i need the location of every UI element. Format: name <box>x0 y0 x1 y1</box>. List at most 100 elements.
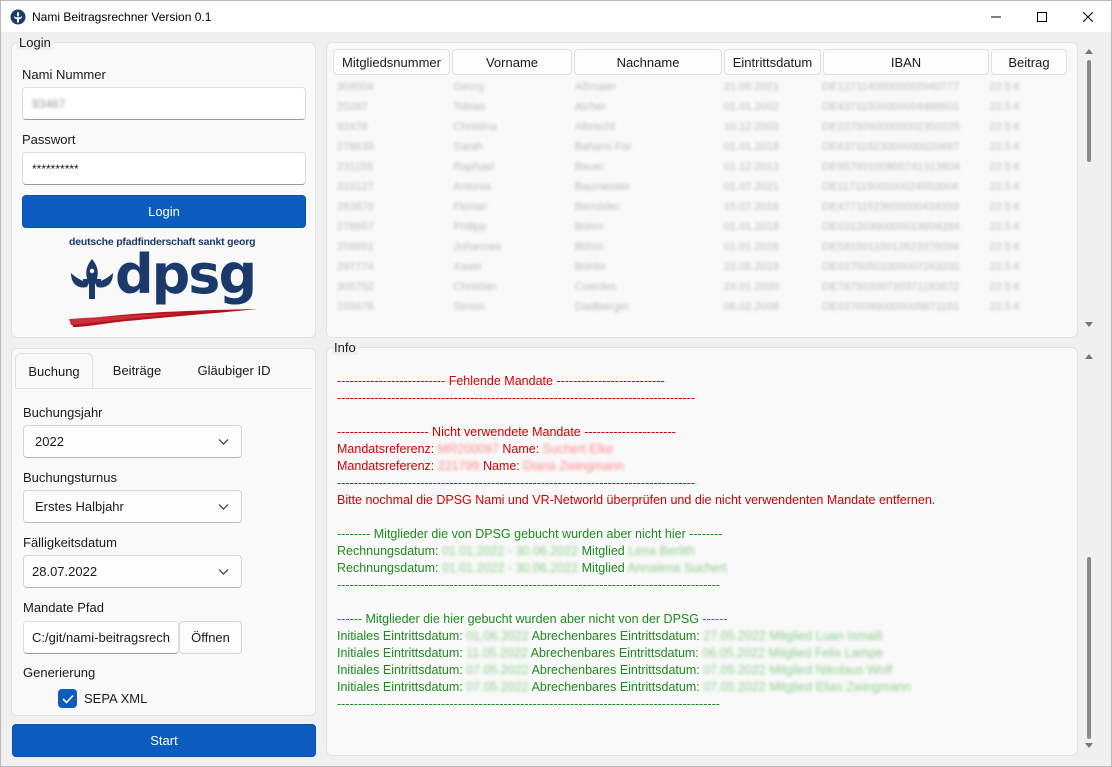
buchungsjahr-label: Buchungsjahr <box>23 405 103 420</box>
table-cell: Bahami Far <box>574 141 632 153</box>
login-button[interactable]: Login <box>22 195 306 228</box>
table-row[interactable]: 310127 Antonia Baumeister 01.07.2021 DE11711… <box>337 177 1067 197</box>
faelligkeitsdatum-value: 28.07.2022 <box>32 564 98 579</box>
info-log: -------------------------- Fehlende Mand… <box>337 373 1072 713</box>
table-cell: Georg <box>453 81 484 93</box>
column-header-label: Vorname <box>485 54 539 70</box>
table-cell: 01.12.2013 <box>723 161 779 173</box>
table-cell: 308504 <box>337 81 374 93</box>
table-row[interactable]: 278639 Sarah Bahami Far 01.01.2018 DE6371162… <box>337 137 1067 157</box>
log-line: Initiales Eintrittsdatum: 07.05.2022 Abr… <box>337 679 1072 696</box>
column-header-mitgliedsnummer[interactable]: Mitgliedsnummer <box>333 49 450 75</box>
tab-glaeubiger-id[interactable]: Gläubiger ID <box>181 353 287 388</box>
close-button[interactable] <box>1065 1 1111 32</box>
table-cell: Simon <box>453 301 485 313</box>
logo-brush-stroke <box>69 309 257 327</box>
scroll-down-icon[interactable] <box>1085 322 1093 328</box>
table-cell: 22.05.2019 <box>723 261 779 273</box>
table-cell: 10.12.2003 <box>723 121 779 133</box>
table-row[interactable]: 155678 Simon Dadlberger 06.02.2008 DE0370090… <box>337 297 1067 317</box>
column-header-iban[interactable]: IBAN <box>823 49 989 75</box>
close-icon <box>1083 11 1093 22</box>
table-cell: Böhm <box>574 241 604 253</box>
chevron-down-icon <box>218 503 229 510</box>
table-row[interactable]: 308504 Georg Aßmaier 21.06.2021 DE1271140000… <box>337 77 1067 97</box>
tab-beitraege[interactable]: Beiträge <box>93 353 181 388</box>
column-header-label: Eintrittsdatum <box>732 54 813 70</box>
table-cell: DE03750501000007263331 <box>822 261 960 273</box>
faelligkeitsdatum-picker[interactable]: 28.07.2022 <box>23 555 242 588</box>
password-input[interactable]: ********** <box>22 152 306 185</box>
table-cell: 24.01.2020 <box>723 281 779 293</box>
table-cell: Johannes <box>453 241 502 253</box>
table-cell: Coerdes <box>574 281 617 293</box>
column-header-label: IBAN <box>890 54 922 70</box>
column-header-label: Beitrag <box>1008 54 1050 70</box>
table-row[interactable]: 297774 Xaver Böhler 22.05.2019 DE03750501000… <box>337 257 1067 277</box>
table-row[interactable]: 231155 Raphael Bauer 01.12.2013 DE9576010080… <box>337 157 1067 177</box>
info-scrollbar[interactable] <box>1084 347 1094 756</box>
table-scrollbar[interactable] <box>1084 42 1094 338</box>
log-redacted-value: Annalena Suchert <box>627 561 727 575</box>
table-row[interactable]: 278657 Philipp Böhm 01.01.2018 DE03120300000… <box>337 217 1067 237</box>
sepa-xml-checkbox[interactable] <box>58 689 77 708</box>
table-scroll-thumb[interactable] <box>1087 60 1091 162</box>
column-header-nachname[interactable]: Nachname <box>574 49 722 75</box>
nami-number-value: 93467 <box>32 96 66 111</box>
mandate-pfad-input[interactable]: C:/git/nami-beitragsrech <box>23 621 179 654</box>
table-row[interactable]: 283870 Florian Bernöder 15.07.2018 DE4771152… <box>337 197 1067 217</box>
start-button[interactable]: Start <box>12 724 316 757</box>
table-cell: Aßmaier <box>574 81 617 93</box>
log-text: -------- Mitglieder die von DPSG gebucht… <box>337 527 723 541</box>
table-cell: 22.5 € <box>989 221 1020 233</box>
log-line: ------ Mitglieder die hier gebucht wurde… <box>337 611 1072 628</box>
table-cell: 22.5 € <box>989 81 1020 93</box>
window-title: Nami Beitragsrechner Version 0.1 <box>32 9 212 24</box>
settings-tabs: Buchung Beiträge Gläubiger ID <box>15 353 287 388</box>
table-cell: DE11711500000024553004 <box>822 181 959 193</box>
chevron-down-icon <box>218 438 229 445</box>
log-text: -------------------------- Fehlende Mand… <box>337 374 665 388</box>
log-text: Name: <box>498 442 543 456</box>
table-cell: 01.01.2018 <box>723 141 779 153</box>
faelligkeitsdatum-label: Fälligkeitsdatum <box>23 535 117 550</box>
table-row[interactable]: 258691 Johannes Böhm 01.01.2016 DE5810011001… <box>337 237 1067 257</box>
scroll-down-icon[interactable] <box>1085 743 1093 749</box>
table-cell: 01.01.2002 <box>723 101 779 113</box>
scroll-up-icon[interactable] <box>1085 48 1093 54</box>
log-text: Mandatsreferenz: <box>337 442 438 456</box>
table-cell: DE95760100800741313804 <box>822 161 960 173</box>
log-text: Abrechenbares Eintrittsdatum: <box>528 680 704 694</box>
maximize-button[interactable] <box>1019 1 1065 32</box>
minimize-button[interactable] <box>973 1 1019 32</box>
table-cell: DE63711623000000020687 <box>822 141 960 153</box>
log-redacted-value: 11.05.2022 <box>466 646 528 660</box>
column-header-eintrittsdatum[interactable]: Eintrittsdatum <box>724 49 821 75</box>
table-cell: 01.01.2016 <box>723 241 779 253</box>
info-scroll-thumb[interactable] <box>1087 557 1091 739</box>
log-line: Mandatsreferenz: MR200097 Name: Suchert … <box>337 441 1072 458</box>
column-header-beitrag[interactable]: Beitrag <box>991 49 1067 75</box>
log-text: Name: <box>479 459 524 473</box>
log-redacted-value: Suchert Elke <box>542 442 614 456</box>
column-header-vorname[interactable]: Vorname <box>452 49 572 75</box>
log-text: ----------------------------------------… <box>337 697 720 711</box>
buchungsturnus-label: Buchungsturnus <box>23 470 117 485</box>
table-row[interactable]: 25287 Tobias Aicher 01.01.2002 DE43711500000… <box>337 97 1067 117</box>
lily-emblem-icon <box>71 259 113 299</box>
buchungsjahr-select[interactable]: 2022 <box>23 425 242 458</box>
tab-buchung[interactable]: Buchung <box>15 353 93 388</box>
table-row[interactable]: 305752 Christian Coerdes 24.01.2020 DE787502… <box>337 277 1067 297</box>
log-redacted-value: Lena Berlith <box>628 544 695 558</box>
table-cell: Christina <box>453 121 497 133</box>
scroll-up-icon[interactable] <box>1085 353 1093 359</box>
password-label: Passwort <box>22 132 76 147</box>
mandate-pfad-label: Mandate Pfad <box>23 600 104 615</box>
nami-number-input[interactable]: 93467 <box>22 87 306 120</box>
log-redacted-value: 07.05.2022 <box>466 680 529 694</box>
open-file-button[interactable]: Öffnen <box>179 621 242 654</box>
log-text: Initiales Eintrittsdatum: <box>337 629 467 643</box>
buchungsturnus-select[interactable]: Erstes Halbjahr <box>23 490 242 523</box>
table-row[interactable]: 92478 Christina Albrecht 10.12.2003 DE227509… <box>337 117 1067 137</box>
